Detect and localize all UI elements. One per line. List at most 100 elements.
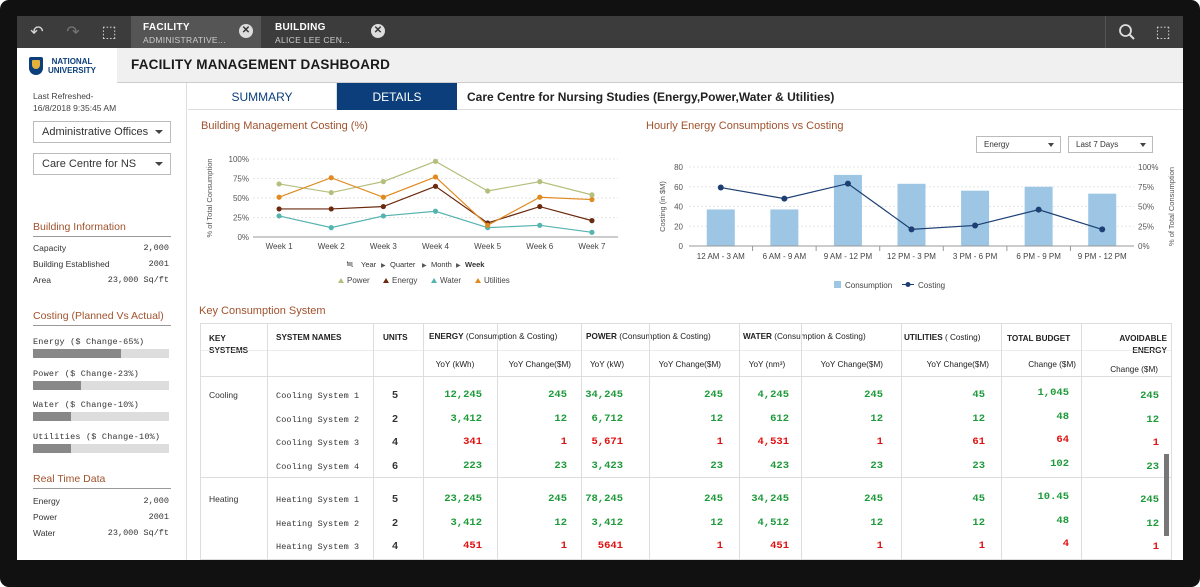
value-cell: 1 — [978, 540, 985, 552]
x-tick-label: 6 AM - 9 AM — [763, 252, 807, 261]
x-tick-label: Week 1 — [266, 242, 294, 251]
value-cell: 34,245 — [585, 389, 623, 401]
value-cell: 3,423 — [591, 459, 623, 472]
y-tick-label: 0 — [679, 242, 684, 251]
data-point — [537, 179, 543, 185]
value-cell: 10.45 — [1037, 491, 1069, 503]
drill-month: Month — [431, 260, 452, 269]
costing-bar-label: Power ($ Change-23%) — [33, 369, 140, 379]
y-tick-label: 0% — [237, 233, 249, 242]
costing-point — [717, 184, 724, 191]
data-point — [537, 222, 543, 228]
chevron-right-icon: ▶ — [456, 263, 461, 269]
value-cell: 23,245 — [444, 493, 482, 505]
value-cell: 245 — [704, 389, 723, 401]
costing-bar — [33, 444, 169, 453]
consumption-bar — [706, 209, 735, 246]
data-point — [537, 194, 543, 200]
forward-icon[interactable]: ↷ — [53, 16, 93, 48]
realtime-row: Energy 2,000 — [33, 496, 169, 506]
selections-tool-icon[interactable]: ⬚ — [1143, 16, 1183, 48]
back-icon[interactable]: ↶ — [17, 16, 57, 48]
col-sub-header: YoY (nm³) — [748, 360, 786, 369]
chevron-down-icon — [155, 162, 163, 166]
col-header-key-systems: KEY SYSTEMS — [209, 334, 248, 355]
building-dropdown[interactable]: Care Centre for NS — [33, 153, 171, 175]
info-row: Area 23,000 Sq/ft — [33, 275, 169, 285]
close-icon[interactable]: ✕ — [239, 24, 253, 38]
value-cell: 23 — [1146, 460, 1159, 473]
metric-dropdown[interactable]: Energy — [976, 136, 1061, 153]
x-tick-label: 12 AM - 3 AM — [697, 252, 745, 261]
system-name: Cooling System 3 — [276, 438, 360, 448]
value-cell: 64 — [1056, 434, 1069, 446]
costing-bar-label: Water ($ Change-10%) — [33, 400, 140, 410]
units-value: 4 — [392, 540, 398, 552]
chevron-right-icon: ▶ — [422, 263, 427, 269]
value-cell: 12 — [1146, 413, 1159, 426]
value-cell: 12 — [710, 516, 723, 529]
realtime-value: 23,000 Sq/ft — [107, 528, 169, 538]
chart2-title: Hourly Energy Consumptions vs Costing — [646, 120, 844, 132]
value-cell: 3,412 — [450, 412, 482, 425]
value-cell: 1 — [1152, 541, 1159, 553]
hourly-energy-combo-chart[interactable]: 0 0% 20 25% 40 50% 60 75% 80 100% Costing (in $M)%… — [644, 155, 1179, 297]
value-cell: 12,245 — [444, 389, 482, 401]
facility-dropdown[interactable]: Administrative Offices — [33, 121, 171, 143]
data-point — [432, 158, 439, 164]
drill-week: Week — [465, 260, 485, 269]
system-name: Cooling System 1 — [276, 391, 360, 401]
period-dropdown[interactable]: Last 7 Days — [1068, 136, 1153, 153]
units-value: 2 — [392, 516, 398, 529]
x-tick-label: Week 4 — [422, 242, 450, 251]
value-cell: 102 — [1050, 457, 1069, 470]
value-cell: 12 — [870, 516, 883, 529]
legend-marker — [383, 278, 389, 283]
data-point — [380, 194, 386, 200]
data-point — [485, 222, 491, 228]
tab-summary[interactable]: SUMMARY — [188, 83, 337, 110]
costing-point — [1099, 226, 1106, 233]
x-tick-label: 9 PM - 12 PM — [1078, 252, 1127, 261]
value-cell: 12 — [554, 412, 567, 425]
clear-selections-icon[interactable]: ⬚ — [89, 16, 129, 48]
group-divider — [201, 477, 1171, 478]
drill-year: Year — [361, 260, 377, 269]
system-name: Heating System 1 — [276, 495, 360, 505]
refresh-time: 16/8/2018 9:35:45 AM — [33, 103, 117, 113]
chevron-down-icon — [155, 130, 163, 134]
value-cell: 12 — [710, 412, 723, 425]
drilldown-icon: ≒ — [346, 259, 354, 269]
realtime-key: Energy — [33, 496, 60, 506]
y-tick-label: 25% — [233, 214, 249, 223]
search-icon[interactable] — [1107, 16, 1147, 48]
main-content: SUMMARY DETAILS Care Centre for Nursing … — [188, 83, 1183, 560]
value-cell: 451 — [463, 540, 482, 552]
data-point — [276, 213, 282, 219]
building-costing-line-chart[interactable]: 0% 25% 50% 75% 100% % of Total Consumption Wee… — [198, 137, 628, 295]
close-icon[interactable]: ✕ — [371, 24, 385, 38]
table-scrollbar[interactable] — [1164, 454, 1169, 536]
value-cell: 12 — [554, 516, 567, 529]
tab-details[interactable]: DETAILS — [337, 83, 457, 110]
chevron-right-icon: ▶ — [381, 263, 386, 269]
chevron-down-icon — [1048, 143, 1054, 147]
units-value: 6 — [392, 459, 398, 472]
value-cell: 23 — [870, 459, 883, 472]
value-cell: 4,512 — [757, 516, 789, 529]
value-cell: 1 — [560, 436, 567, 448]
realtime-title: Real Time Data — [33, 473, 171, 489]
value-cell: 3,412 — [450, 516, 482, 529]
value-cell: 61 — [972, 436, 985, 448]
costing-title: Costing (Planned Vs Actual) — [33, 310, 171, 326]
value-cell: 48 — [1056, 410, 1069, 423]
value-cell: 245 — [864, 493, 883, 505]
sidebar: Last Refreshed- 16/8/2018 9:35:45 AM Admi… — [17, 83, 187, 560]
data-point — [276, 194, 282, 200]
col-header-total-budget: TOTAL BUDGET — [1007, 334, 1071, 343]
university-logo: NATIONAL UNIVERSITY — [17, 48, 117, 83]
selection-tab-facility[interactable]: FACILITY ADMINISTRATIVE... ✕ — [131, 16, 261, 48]
data-point — [328, 175, 334, 181]
selection-tab-building[interactable]: BUILDING ALICE LEE CEN... ✕ — [263, 16, 393, 48]
data-point — [328, 189, 334, 196]
